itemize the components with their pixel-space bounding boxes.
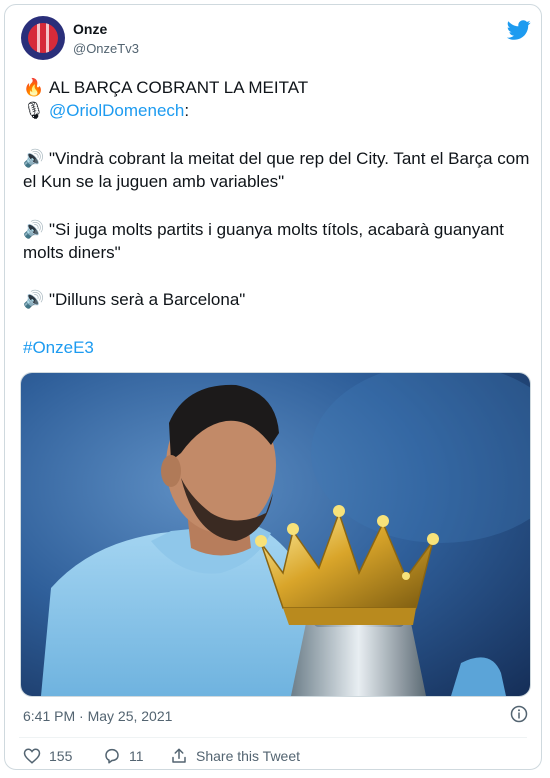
mention-suffix: :	[184, 101, 190, 120]
quote-3: 🔊 "Dilluns serà a Barcelona"	[23, 288, 538, 311]
quote-2: 🔊 "Si juga molts partits i guanya molts t…	[23, 218, 538, 264]
microphone-icon: 🎙	[23, 101, 45, 120]
player-with-trophy-image	[21, 373, 530, 696]
club-crest-icon	[28, 23, 58, 53]
quote-1: 🔊 "Vindrà cobrant la meitat del que rep d…	[23, 147, 538, 193]
reply-count: 11	[129, 748, 144, 764]
heart-icon	[23, 748, 41, 764]
divider	[19, 737, 527, 738]
mention-line: 🎙 @OriolDomenech:	[23, 99, 538, 122]
tweet-timestamp[interactable]: 6:41 PM · May 25, 2021	[23, 708, 172, 724]
hashtag-line: #OnzeE3	[23, 336, 538, 359]
quote-2-text: "Si juga molts partits i guanya molts tí…	[23, 220, 504, 262]
share-label: Share this Tweet	[196, 748, 301, 764]
tweet-photo[interactable]	[20, 372, 531, 697]
like-button[interactable]: 155	[23, 747, 72, 765]
reply-button[interactable]: 11	[103, 747, 144, 765]
tweet-card: Onze @OnzeTv3 🔥 AL BARÇA COBRANT LA MEITA…	[4, 4, 542, 770]
share-icon	[172, 748, 186, 763]
fire-icon: 🔥	[23, 78, 45, 97]
twitter-bird-icon[interactable]	[507, 18, 531, 42]
speaker-icon: 🔊	[23, 149, 45, 168]
like-count: 155	[49, 748, 73, 764]
display-name[interactable]: Onze	[73, 21, 107, 37]
quote-3-text: "Dilluns serà a Barcelona"	[49, 290, 246, 309]
tweet-headline: AL BARÇA COBRANT LA MEITAT	[49, 78, 309, 97]
avatar[interactable]	[21, 16, 65, 60]
reply-icon	[105, 748, 119, 764]
mention-link[interactable]: @OriolDomenech	[49, 101, 184, 120]
hashtag-link[interactable]: #OnzeE3	[23, 338, 94, 357]
speaker-icon: 🔊	[23, 220, 45, 239]
user-handle[interactable]: @OnzeTv3	[73, 41, 139, 56]
tweet-headline-line: 🔥 AL BARÇA COBRANT LA MEITAT	[23, 76, 538, 99]
speaker-icon: 🔊	[23, 290, 45, 309]
quote-1-text: "Vindrà cobrant la meitat del que rep de…	[23, 149, 530, 191]
info-icon[interactable]	[510, 705, 528, 723]
share-button[interactable]: Share this Tweet	[170, 747, 300, 765]
